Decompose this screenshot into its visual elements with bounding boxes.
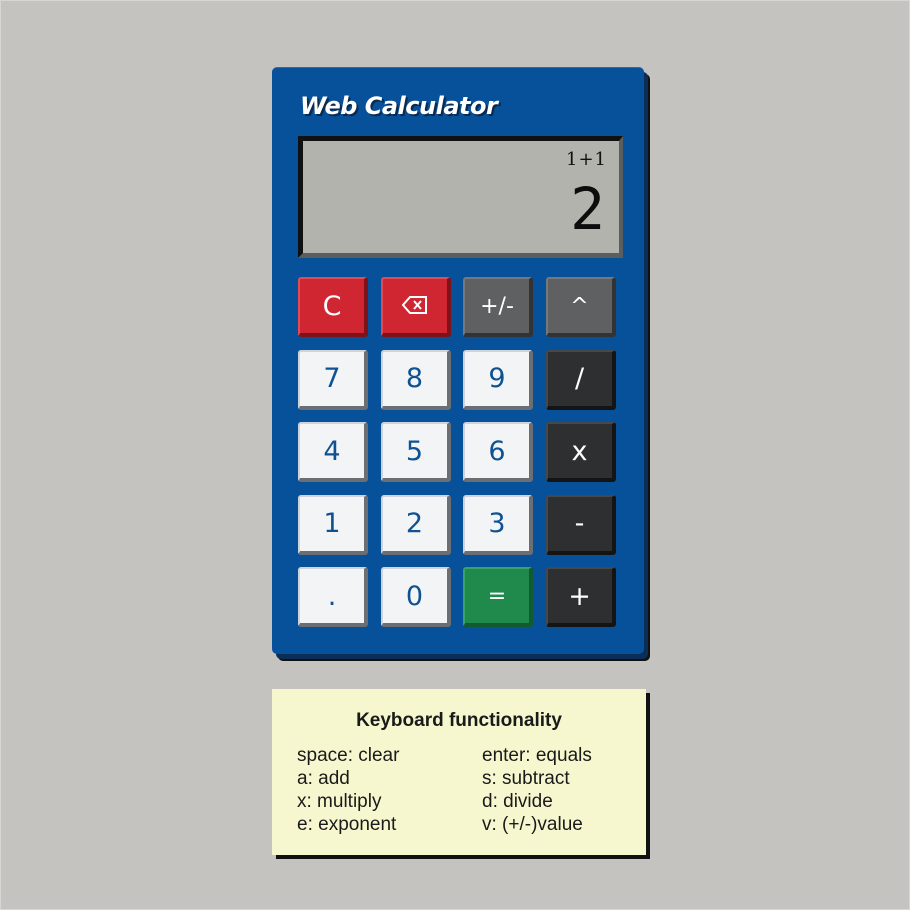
- key-label: C: [322, 290, 342, 322]
- key-decimal-button[interactable]: .: [298, 567, 368, 627]
- key-label: x: [571, 435, 588, 467]
- help-item-multiply: x: multiply: [297, 791, 382, 812]
- key-8-button[interactable]: 8: [380, 349, 451, 410]
- key-3-button[interactable]: 3: [463, 494, 533, 555]
- display-expression: 1+1: [566, 149, 607, 170]
- calculator: Web Calculator 1+1 2 C +/- ^ 7 8 9 / 4 5 6 x 1 2 3 -. 0…: [272, 67, 644, 654]
- key-label: 7: [323, 363, 341, 394]
- key-backspace-button[interactable]: [380, 277, 451, 337]
- help-item-divide: d: divide: [482, 791, 553, 812]
- key-label: 6: [488, 435, 506, 467]
- key-label: +/-: [480, 293, 514, 319]
- help-item-clear: space: clear: [297, 745, 400, 766]
- key-label: 5: [405, 435, 424, 467]
- key-label: =: [487, 583, 507, 609]
- key-label: 2: [405, 508, 424, 539]
- key-6-button[interactable]: 6: [463, 422, 533, 482]
- help-item-exponent: e: exponent: [297, 814, 397, 835]
- display-result: 2: [570, 175, 605, 243]
- key-4-button[interactable]: 4: [298, 422, 368, 482]
- key-label: /: [574, 363, 585, 394]
- calculator-display: 1+1 2: [298, 136, 623, 258]
- key-7-button[interactable]: 7: [298, 349, 368, 410]
- backspace-icon: [401, 291, 429, 322]
- key-clear-button[interactable]: C: [298, 277, 368, 337]
- key-label: 9: [488, 363, 506, 394]
- key-5-button[interactable]: 5: [380, 422, 451, 482]
- key-label: ^: [570, 293, 589, 319]
- key-negate-button[interactable]: +/-: [463, 277, 533, 337]
- help-item-subtract: s: subtract: [482, 768, 570, 789]
- key-label: 4: [323, 435, 341, 467]
- key-label: 0: [405, 580, 424, 612]
- key-label: +: [568, 580, 591, 612]
- key-multiply-button[interactable]: x: [545, 422, 616, 482]
- key-label: .: [327, 580, 337, 612]
- key-2-button[interactable]: 2: [380, 494, 451, 555]
- key-exponent-button[interactable]: ^: [545, 277, 616, 337]
- keyboard-help-title: Keyboard functionality: [356, 710, 562, 731]
- help-item-add: a: add: [297, 768, 350, 789]
- key-label: 3: [488, 508, 506, 539]
- key-divide-button[interactable]: /: [545, 349, 616, 410]
- key-1-button[interactable]: 1: [298, 494, 368, 555]
- key-9-button[interactable]: 9: [463, 349, 533, 410]
- key-equals-button[interactable]: =: [463, 567, 533, 627]
- calculator-brand: Web Calculator: [300, 92, 498, 120]
- help-item-equals: enter: equals: [482, 745, 592, 766]
- key-label: -: [574, 508, 585, 539]
- key-subtract-button[interactable]: -: [545, 494, 616, 555]
- key-0-button[interactable]: 0: [380, 567, 451, 627]
- key-label: 1: [323, 508, 341, 539]
- key-add-button[interactable]: +: [545, 567, 616, 627]
- keyboard-help-panel: Keyboard functionality space: clear ente…: [272, 689, 646, 855]
- help-item-negate: v: (+/-)value: [482, 814, 583, 835]
- key-label: 8: [405, 363, 424, 394]
